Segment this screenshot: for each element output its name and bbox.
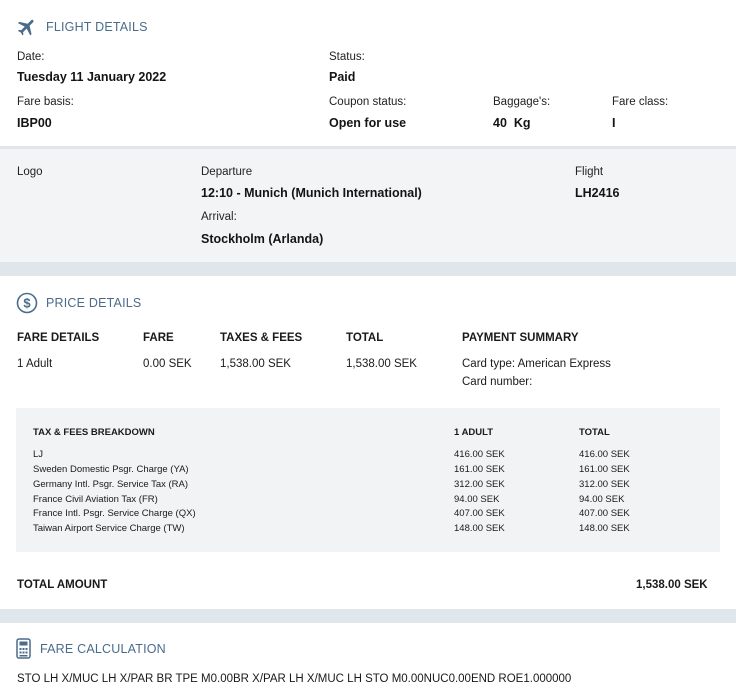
dollar-circle-icon: $: [16, 292, 38, 314]
tax-breakdown-panel: TAX & FEES BREAKDOWN 1 ADULT TOTAL LJ 41…: [16, 408, 720, 552]
breakdown-title: TAX & FEES BREAKDOWN: [33, 427, 155, 438]
breakdown-adult-header: 1 ADULT: [454, 427, 494, 438]
fare-calculation-card: FARE CALCULATION STO LH X/MUC LH X/PAR B…: [0, 623, 736, 700]
taxes-fees-amount: 1,538.00 SEK: [220, 358, 291, 370]
payment-summary-header: PAYMENT SUMMARY: [462, 332, 579, 344]
calculator-icon: [16, 638, 32, 660]
status-label: Status:: [329, 51, 365, 63]
tax-adult-amount: 416.00 SEK: [454, 449, 505, 460]
total-amount-label: TOTAL AMOUNT: [17, 579, 108, 591]
total-amount-cell: 1,538.00 SEK: [346, 358, 417, 370]
taxes-fees-header: TAXES & FEES: [220, 332, 303, 344]
tax-total-amount: 161.00 SEK: [579, 464, 630, 475]
coupon-status-value: Open for use: [329, 116, 407, 130]
date-value: Tuesday 11 January 2022: [17, 70, 167, 84]
fare-calculation-title: FARE CALCULATION: [40, 642, 166, 656]
fare-basis-value: IBP00: [17, 116, 52, 130]
total-amount-value: 1,538.00 SEK: [636, 579, 708, 591]
tax-total-amount: 312.00 SEK: [579, 479, 630, 490]
breakdown-total-header: TOTAL: [579, 427, 610, 438]
card-type: Card type: American Express: [462, 358, 611, 370]
passenger-type: 1 Adult: [17, 358, 53, 370]
status-value: Paid: [329, 70, 356, 84]
date-label: Date:: [17, 51, 45, 63]
flight-number: LH2416: [575, 186, 620, 200]
departure-label: Departure: [201, 166, 253, 178]
flight-details-title: FLIGHT DETAILS: [46, 20, 148, 34]
tax-adult-amount: 94.00 SEK: [454, 494, 500, 505]
fare-header: FARE: [143, 332, 174, 344]
price-details-title: PRICE DETAILS: [46, 296, 142, 310]
airline-logo: Logo: [17, 166, 43, 178]
tax-adult-amount: 407.00 SEK: [454, 508, 505, 519]
tax-total-amount: 416.00 SEK: [579, 449, 630, 460]
fare-class-value: I: [612, 116, 616, 130]
departure-value: 12:10 - Munich (Munich International): [201, 186, 422, 200]
fare-calculation-header: FARE CALCULATION: [16, 638, 166, 660]
tax-name: France Intl. Psgr. Service Charge (QX): [33, 508, 196, 519]
fare-details-header: FARE DETAILS: [17, 332, 100, 344]
tax-adult-amount: 161.00 SEK: [454, 464, 505, 475]
baggage-label: Baggage's:: [493, 96, 551, 108]
fare-amount: 0.00 SEK: [143, 358, 192, 370]
price-details-header: $ PRICE DETAILS: [16, 292, 141, 314]
fare-basis-label: Fare basis:: [17, 96, 74, 108]
svg-text:$: $: [23, 296, 31, 311]
tax-adult-amount: 312.00 SEK: [454, 479, 505, 490]
flight-label: Flight: [575, 166, 604, 178]
baggage-value: 40 Kg: [493, 116, 531, 130]
tax-name: Sweden Domestic Psgr. Charge (YA): [33, 464, 189, 475]
tax-name: Taiwan Airport Service Charge (TW): [33, 523, 185, 534]
flight-segment-card: Logo Departure 12:10 - Munich (Munich In…: [0, 149, 736, 262]
tax-adult-amount: 148.00 SEK: [454, 523, 505, 534]
fare-calculation-text: STO LH X/MUC LH X/PAR BR TPE M0.00BR X/P…: [17, 673, 572, 685]
fare-class-label: Fare class:: [612, 96, 669, 108]
airplane-icon: [16, 16, 38, 38]
card-number: Card number:: [462, 376, 533, 388]
flight-details-header: FLIGHT DETAILS: [16, 16, 148, 38]
total-header: TOTAL: [346, 332, 384, 344]
tax-name: LJ: [33, 449, 44, 460]
tax-total-amount: 94.00 SEK: [579, 494, 625, 505]
flight-details-card: FLIGHT DETAILS Date: Tuesday 11 January …: [0, 0, 736, 146]
arrival-value: Stockholm (Arlanda): [201, 232, 324, 246]
tax-name: France Civil Aviation Tax (FR): [33, 494, 158, 505]
tax-name: Germany Intl. Psgr. Service Tax (RA): [33, 479, 189, 490]
tax-total-amount: 148.00 SEK: [579, 523, 630, 534]
tax-total-amount: 407.00 SEK: [579, 508, 630, 519]
coupon-status-label: Coupon status:: [329, 96, 407, 108]
arrival-label: Arrival:: [201, 211, 237, 223]
